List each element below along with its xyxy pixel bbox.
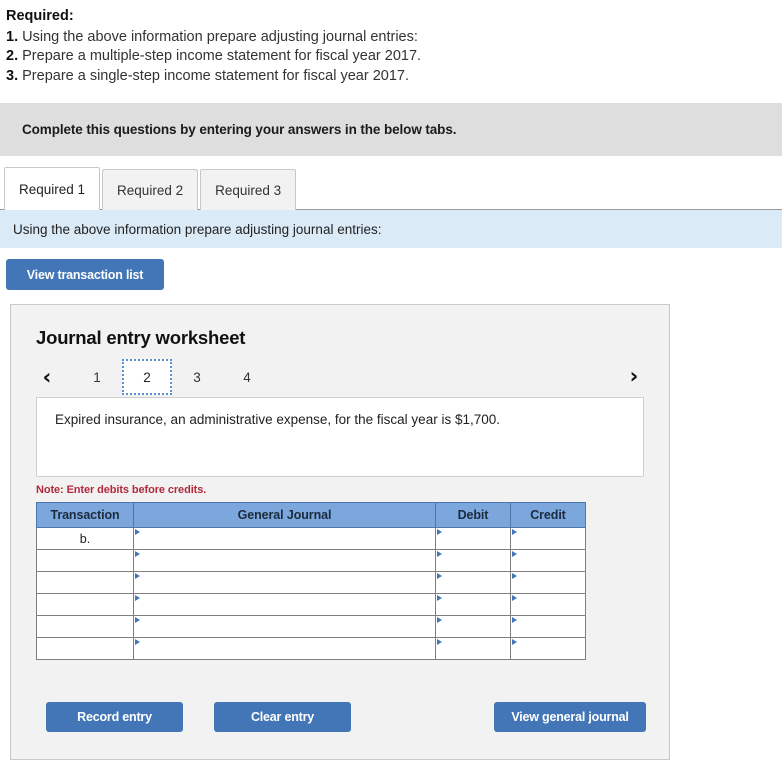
row-2-debit-input[interactable] [436, 550, 510, 571]
pager-number-list: 1 2 3 4 [72, 359, 272, 395]
required-item-2-text: Prepare a multiple-step income statement… [22, 48, 422, 64]
row-4-transaction [36, 593, 134, 616]
column-header-transaction: Transaction [36, 502, 134, 528]
row-6-credit-cell[interactable] [510, 637, 586, 660]
row-4-general-journal-cell[interactable] [133, 593, 436, 616]
row-3-transaction [36, 571, 134, 594]
required-item-1: 1. Using the above information prepare a… [6, 28, 782, 48]
column-header-general-journal: General Journal [133, 502, 436, 528]
row-6-general-journal-cell[interactable] [133, 637, 436, 660]
row-1-general-journal-input[interactable] [134, 528, 435, 549]
pager-page-3[interactable]: 3 [172, 359, 222, 395]
pager-page-4[interactable]: 4 [222, 359, 272, 395]
tab-required-3[interactable]: Required 3 [200, 169, 297, 210]
record-entry-button[interactable]: Record entry [46, 702, 183, 732]
row-2-credit-input[interactable] [511, 550, 585, 571]
required-item-3-text: Prepare a single-step income statement f… [22, 67, 409, 84]
row-5-credit-cell[interactable] [510, 615, 586, 638]
row-1-general-journal-cell[interactable] [133, 527, 436, 550]
row-2-credit-cell[interactable] [510, 549, 586, 572]
table-row [36, 615, 586, 638]
row-5-debit-input[interactable] [436, 616, 510, 637]
row-6-debit-cell[interactable] [435, 637, 511, 660]
row-3-debit-input[interactable] [436, 572, 510, 593]
journal-table-container: Transaction General Journal Debit Credit… [36, 502, 586, 660]
row-1-credit-cell[interactable] [510, 527, 586, 550]
required-item-3-number: 3. [6, 67, 19, 84]
table-row: b. [36, 527, 586, 550]
row-3-credit-input[interactable] [511, 572, 585, 593]
view-transaction-list-container: View transaction list [0, 248, 782, 290]
required-item-1-text: Using the above information prepare adju… [22, 28, 418, 45]
column-header-debit: Debit [435, 502, 511, 528]
row-5-transaction [36, 615, 134, 638]
row-6-general-journal-input[interactable] [134, 638, 435, 659]
journal-entry-worksheet-panel: Journal entry worksheet ‹ 1 2 3 4 › Expi… [10, 304, 670, 760]
required-item-2-number: 2. [6, 48, 19, 64]
journal-table-header-row: Transaction General Journal Debit Credit [36, 502, 586, 528]
worksheet-title: Journal entry worksheet [36, 327, 246, 348]
view-general-journal-button[interactable]: View general journal [494, 702, 646, 732]
table-row [36, 593, 586, 616]
row-6-credit-input[interactable] [511, 638, 585, 659]
required-item-2: 2. Prepare a multiple-step income statem… [6, 47, 782, 67]
column-header-credit: Credit [510, 502, 586, 528]
table-row [36, 549, 586, 572]
clear-entry-button[interactable]: Clear entry [214, 702, 351, 732]
instruction-banner: Complete this questions by entering your… [0, 103, 782, 156]
tab-required-1[interactable]: Required 1 [4, 167, 101, 210]
tab-strip: Required 1 Required 2 Required 3 [0, 167, 782, 210]
row-4-debit-cell[interactable] [435, 593, 511, 616]
required-item-3: 3. Prepare a single-step income statemen… [6, 67, 782, 87]
row-4-credit-cell[interactable] [510, 593, 586, 616]
sub-instruction-text: Using the above information prepare adju… [13, 221, 382, 237]
view-transaction-list-button[interactable]: View transaction list [6, 259, 164, 290]
required-heading: Required: [6, 8, 74, 24]
worksheet-pager: ‹ 1 2 3 4 › [11, 359, 669, 395]
row-3-debit-cell[interactable] [435, 571, 511, 594]
table-row [36, 637, 586, 660]
row-5-general-journal-input[interactable] [134, 616, 435, 637]
instruction-banner-text: Complete this questions by entering your… [22, 122, 457, 137]
row-3-general-journal-input[interactable] [134, 572, 435, 593]
row-4-debit-input[interactable] [436, 594, 510, 615]
row-3-credit-cell[interactable] [510, 571, 586, 594]
event-description-box: Expired insurance, an administrative exp… [36, 397, 644, 477]
worksheet-action-bar: Record entry Clear entry View general jo… [36, 702, 646, 732]
row-1-debit-cell[interactable] [435, 527, 511, 550]
row-1-debit-input[interactable] [436, 528, 510, 549]
row-3-general-journal-cell[interactable] [133, 571, 436, 594]
row-5-debit-cell[interactable] [435, 615, 511, 638]
debits-before-credits-note: Note: Enter debits before credits. [36, 484, 207, 496]
chevron-right-icon[interactable]: › [623, 366, 645, 387]
row-4-credit-input[interactable] [511, 594, 585, 615]
required-item-1-number: 1. [6, 28, 19, 45]
row-1-credit-input[interactable] [511, 528, 585, 549]
event-description-text: Expired insurance, an administrative exp… [55, 412, 500, 427]
journal-entry-table: Transaction General Journal Debit Credit… [36, 502, 586, 660]
chevron-left-icon[interactable]: ‹ [36, 366, 58, 388]
row-2-transaction [36, 549, 134, 572]
row-5-credit-input[interactable] [511, 616, 585, 637]
required-block: Required: 1. Using the above information… [0, 0, 782, 86]
row-2-debit-cell[interactable] [435, 549, 511, 572]
row-5-general-journal-cell[interactable] [133, 615, 436, 638]
row-2-general-journal-input[interactable] [134, 550, 435, 571]
sub-instruction-banner: Using the above information prepare adju… [0, 209, 782, 248]
pager-page-1[interactable]: 1 [72, 359, 122, 395]
tab-required-2[interactable]: Required 2 [102, 169, 199, 210]
row-6-transaction [36, 637, 134, 660]
row-6-debit-input[interactable] [436, 638, 510, 659]
row-2-general-journal-cell[interactable] [133, 549, 436, 572]
row-4-general-journal-input[interactable] [134, 594, 435, 615]
table-row [36, 571, 586, 594]
row-1-transaction: b. [36, 527, 134, 550]
pager-page-2[interactable]: 2 [122, 359, 172, 395]
